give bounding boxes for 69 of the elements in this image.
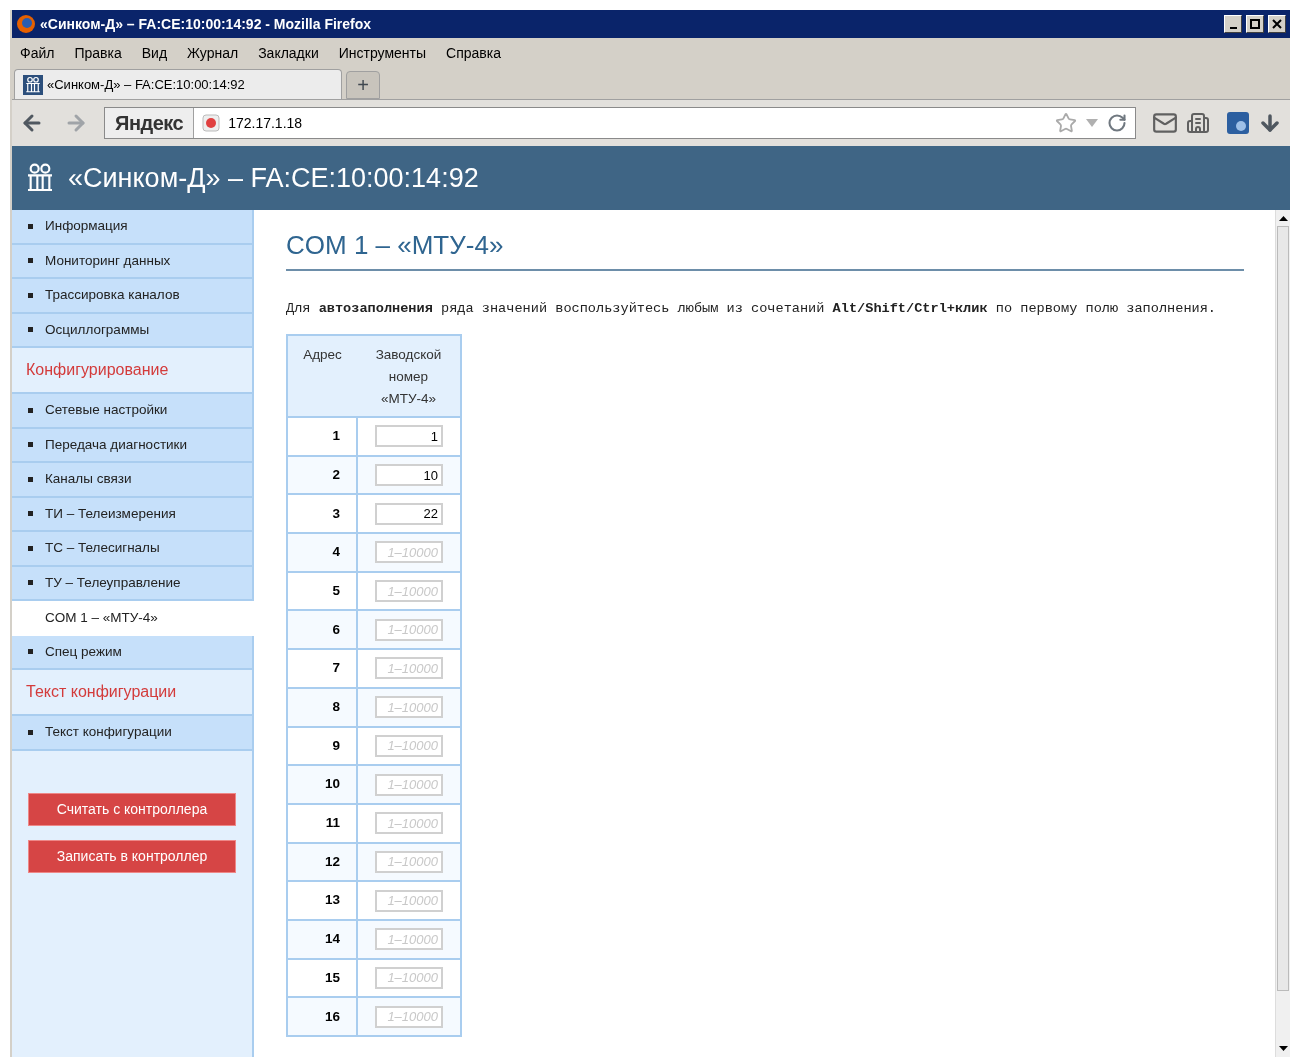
window-title: «Синком-Д» – FA:CE:10:00:14:92 - Mozilla Firefox: [40, 14, 373, 34]
menu-item[interactable]: Инструменты: [338, 42, 427, 64]
bullet-icon: [28, 476, 33, 482]
serial-input[interactable]: 10: [375, 464, 443, 487]
sidebar-item[interactable]: ТУ – Телеуправление: [12, 566, 252, 601]
page-title: «Синком-Д» – FA:CE:10:00:14:92: [68, 161, 479, 195]
bullet-icon: [28, 442, 33, 448]
sidebar-item[interactable]: ТИ – Телеизмерения: [12, 497, 252, 532]
menu-item[interactable]: Правка: [74, 42, 122, 64]
address-cell: 10: [287, 765, 357, 804]
address-cell: 4: [287, 533, 357, 572]
sidebar-item[interactable]: Мониторинг данных: [12, 244, 252, 279]
new-tab-button[interactable]: +: [346, 71, 380, 99]
scroll-up-icon[interactable]: [1278, 215, 1288, 221]
building-icon[interactable]: [1186, 111, 1210, 135]
scroll-down-icon[interactable]: [1278, 1046, 1288, 1052]
menu-item[interactable]: Справка: [446, 42, 501, 64]
sidebar-item[interactable]: Трассировка каналов: [12, 279, 252, 314]
browser-tab[interactable]: «Синком-Д» – FA:CE:10:00:14:92: [14, 69, 342, 99]
bullet-icon: [28, 580, 33, 586]
controller-button[interactable]: Записать в контроллер: [28, 839, 236, 873]
sidebar-item[interactable]: Текст конфигурации: [12, 716, 252, 751]
sidebar-item[interactable]: Сетевые настройки: [12, 394, 252, 429]
address-cell: 13: [287, 881, 357, 920]
logo-icon: [24, 75, 42, 94]
menu-item[interactable]: Файл: [20, 42, 55, 64]
address-cell: 7: [287, 649, 357, 688]
autofill-hint: Для автозаполнения ряда значений воспользуйтесь любым из сочетаний Alt/Shift/Ctrl+клик по первому полю заполнения.: [286, 300, 1217, 318]
bullet-icon: [28, 511, 33, 517]
bullet-icon: [28, 327, 33, 333]
bullet-icon: [28, 649, 33, 655]
sidebar-item[interactable]: Осциллограммы: [12, 313, 252, 348]
address-cell: 14: [287, 919, 357, 959]
serial-input[interactable]: 22: [375, 502, 443, 525]
maximize-button[interactable]: [1246, 15, 1264, 33]
sidebar-item[interactable]: Каналы связи: [12, 463, 252, 498]
address-cell: 8: [287, 687, 357, 727]
minimize-button[interactable]: [1224, 15, 1242, 33]
menu-item[interactable]: Закладки: [258, 42, 319, 64]
scroll-thumb[interactable]: [1277, 226, 1289, 991]
bullet-icon: [28, 258, 33, 264]
menu-item[interactable]: Вид: [141, 42, 168, 64]
bullet-icon: [28, 223, 33, 229]
menu-item[interactable]: Журнал: [187, 42, 239, 64]
sidebar-item[interactable]: ТС – Телесигналы: [12, 532, 252, 567]
firefox-icon: [16, 14, 36, 34]
bullet-icon: [28, 292, 33, 298]
maximize-icon: [1250, 19, 1260, 29]
tab-title: «Синком-Д» – FA:CE:10:00:14:92: [47, 75, 245, 94]
sidebar-item[interactable]: Спец режим: [12, 635, 252, 670]
close-icon: [1272, 19, 1282, 29]
controller-button[interactable]: Считать с контроллера: [28, 792, 236, 826]
section-title: COM 1 – «МТУ-4»: [286, 226, 1244, 271]
download-icon[interactable]: [1258, 111, 1282, 135]
scrollbar[interactable]: [1275, 210, 1290, 1057]
serial-input[interactable]: 1: [375, 425, 443, 448]
mail-icon[interactable]: [1152, 110, 1178, 136]
bullet-icon: [28, 407, 33, 413]
bullet-icon: [28, 545, 33, 551]
sidebar-item[interactable]: Информация: [12, 210, 252, 245]
sidebar-item[interactable]: COM 1 – «МТУ-4»: [12, 601, 254, 636]
close-button[interactable]: [1268, 15, 1286, 33]
address-cell: 16: [287, 997, 357, 1036]
bullet-icon: [28, 729, 33, 735]
address-cell: 1: [287, 417, 357, 456]
extension-icon[interactable]: [1226, 111, 1250, 135]
address-cell: 11: [287, 803, 357, 843]
sidebar-item[interactable]: Передача диагностики: [12, 428, 252, 463]
minimize-icon: [1229, 27, 1237, 29]
